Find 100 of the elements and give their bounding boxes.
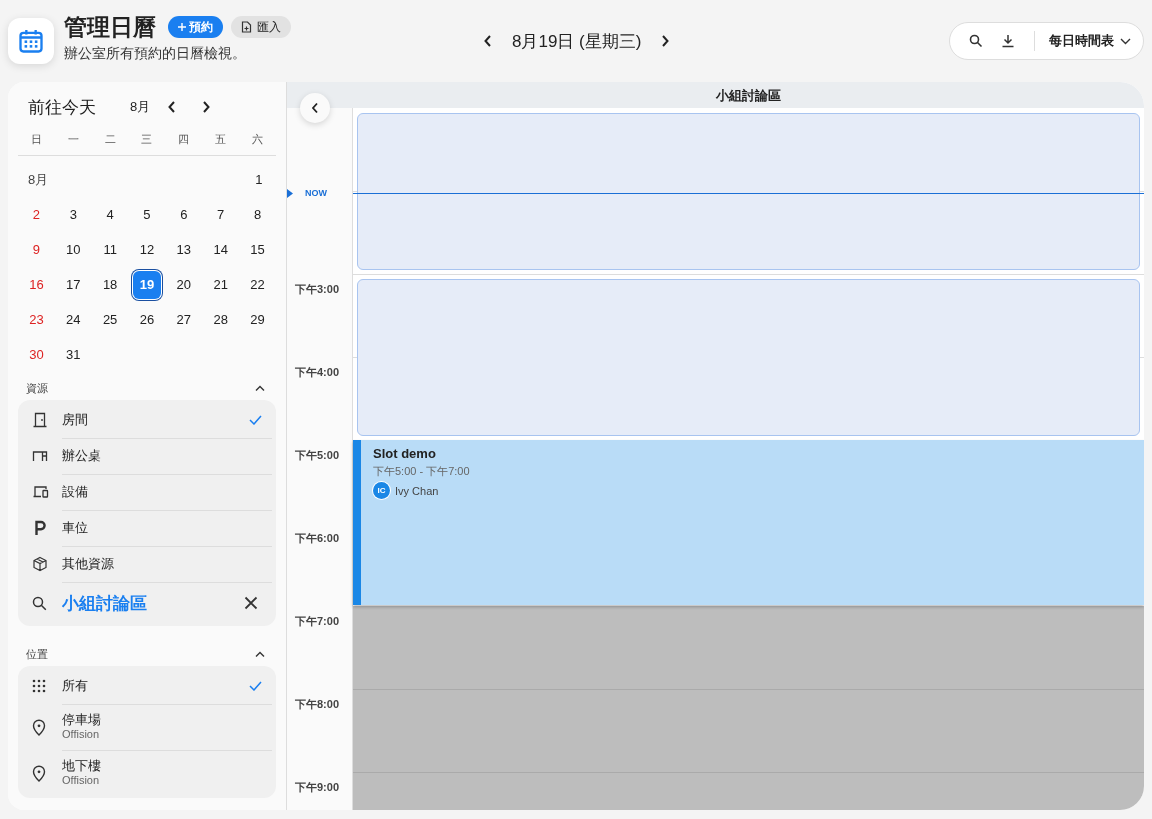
devices-icon: [32, 484, 49, 500]
hour-label: 下午3:00: [295, 283, 340, 295]
month-label: 8月: [130, 98, 151, 116]
weekday-label: 三: [140, 132, 154, 147]
weekday-label: 一: [66, 132, 80, 147]
calendar-day[interactable]: 27: [169, 305, 198, 334]
calendar-day[interactable]: 18: [96, 270, 125, 299]
hour-label: 下午4:00: [295, 366, 340, 378]
calendar-day[interactable]: 14: [206, 235, 235, 264]
calendar-day[interactable]: 30: [22, 340, 51, 369]
plus-icon: [178, 23, 186, 31]
chevron-right-icon: [660, 34, 671, 48]
location-pin-icon: [32, 718, 46, 736]
calendar-day[interactable]: 12: [133, 235, 161, 264]
calendar-day[interactable]: 1: [241, 165, 276, 194]
calendar-day[interactable]: 4: [96, 200, 125, 229]
current-date: 8月19日 (星期三): [512, 30, 642, 53]
weekday-label: 五: [214, 132, 228, 147]
section-title: 位置: [26, 646, 48, 662]
location-item[interactable]: 地下樓 Offision: [18, 750, 276, 796]
grid-icon: [32, 679, 46, 693]
weekday-label: 四: [177, 132, 191, 147]
calendar-day[interactable]: 29: [243, 305, 272, 334]
resource-item[interactable]: 房間: [18, 402, 276, 438]
resource-item[interactable]: 其他資源: [18, 546, 276, 582]
calendar-day[interactable]: 15: [243, 235, 272, 264]
search-icon: [32, 595, 47, 611]
hour-label: 下午8:00: [295, 698, 340, 710]
calendar-day[interactable]: 21: [206, 270, 235, 299]
go-to-today-button[interactable]: 前往今天: [28, 95, 96, 119]
location-label: 地下樓: [62, 759, 101, 775]
resource-label: 其他資源: [62, 555, 114, 573]
hour-label: 下午6:00: [295, 532, 340, 544]
chevron-down-icon: [1120, 37, 1131, 45]
hour-label: 下午5:00: [295, 449, 340, 461]
weekday-label: 二: [103, 132, 117, 147]
location-sublabel: Offision: [62, 728, 101, 741]
calendar-day[interactable]: 11: [96, 235, 125, 264]
column-header: 小組討論區: [287, 82, 1144, 108]
page-subtitle: 辦公室所有預約的日曆檢視。: [64, 44, 247, 63]
resource-item[interactable]: 設備: [18, 474, 276, 510]
calendar-day[interactable]: 19: [133, 270, 161, 299]
chevron-right-icon: [201, 100, 212, 114]
calendar-day[interactable]: 10: [59, 235, 88, 264]
section-title: 資源: [26, 380, 48, 396]
calendar-day[interactable]: 23: [22, 305, 51, 334]
avatar: IC: [373, 482, 390, 499]
file-add-icon: [241, 21, 252, 33]
door-icon: [32, 412, 48, 428]
desk-icon: [32, 448, 48, 464]
search-icon: [969, 34, 983, 48]
location-item[interactable]: 停車場 Offision: [18, 704, 276, 750]
calendar-day[interactable]: 20: [169, 270, 198, 299]
location-sublabel: Offision: [62, 774, 101, 787]
location-label: 所有: [62, 678, 88, 694]
event-time: 下午5:00 - 下午7:00: [373, 464, 470, 479]
chevron-left-icon: [311, 102, 319, 114]
calendar-day[interactable]: 9: [22, 235, 51, 264]
calendar-day[interactable]: 7: [206, 200, 235, 229]
resource-label: 車位: [62, 519, 88, 537]
weekday-label: 日: [29, 132, 43, 147]
calendar-day[interactable]: 5: [133, 200, 161, 229]
chevron-left-icon: [167, 100, 178, 114]
calendar-day[interactable]: 6: [169, 200, 198, 229]
page-title: 管理日曆: [64, 12, 156, 42]
event-card[interactable]: Slot demo 下午5:00 - 下午7:00 IC Ivy Chan: [353, 440, 1144, 605]
calendar-day[interactable]: 28: [206, 305, 235, 334]
calendar-day[interactable]: 31: [59, 340, 88, 369]
calendar-day[interactable]: 16: [22, 270, 51, 299]
resource-label: 房間: [62, 411, 88, 429]
resource-label: 設備: [62, 483, 88, 501]
parking-icon: [32, 520, 48, 536]
event-title: Slot demo: [373, 446, 436, 461]
month-label: 8月: [27, 170, 49, 189]
resource-label: 辦公桌: [62, 447, 101, 465]
location-pin-icon: [32, 764, 46, 782]
calendar-day[interactable]: 2: [22, 200, 51, 229]
import-button[interactable]: 匯入: [231, 16, 291, 38]
calendar-day[interactable]: 26: [133, 305, 161, 334]
calendar-day[interactable]: 13: [169, 235, 198, 264]
calendar-day[interactable]: 8: [243, 200, 272, 229]
close-icon: [244, 596, 258, 610]
resource-item[interactable]: 辦公桌: [18, 438, 276, 474]
book-button[interactable]: 預約: [168, 16, 223, 38]
resource-item[interactable]: 車位: [18, 510, 276, 546]
calendar-day[interactable]: 22: [243, 270, 272, 299]
person-name: Ivy Chan: [395, 484, 439, 497]
weekday-label: 六: [251, 132, 265, 147]
calendar-app-icon: [8, 18, 54, 64]
box-icon: [32, 556, 48, 572]
hour-label: 下午9:00: [295, 781, 340, 793]
now-label: NOW: [305, 188, 327, 198]
chevron-left-icon: [483, 34, 493, 48]
hour-label: 下午7:00: [295, 615, 340, 627]
location-item[interactable]: 所有: [18, 668, 276, 704]
location-label: 停車場: [62, 713, 101, 729]
calendar-day[interactable]: 25: [96, 305, 125, 334]
calendar-day[interactable]: 24: [59, 305, 88, 334]
calendar-day[interactable]: 3: [59, 200, 88, 229]
calendar-day[interactable]: 17: [59, 270, 88, 299]
